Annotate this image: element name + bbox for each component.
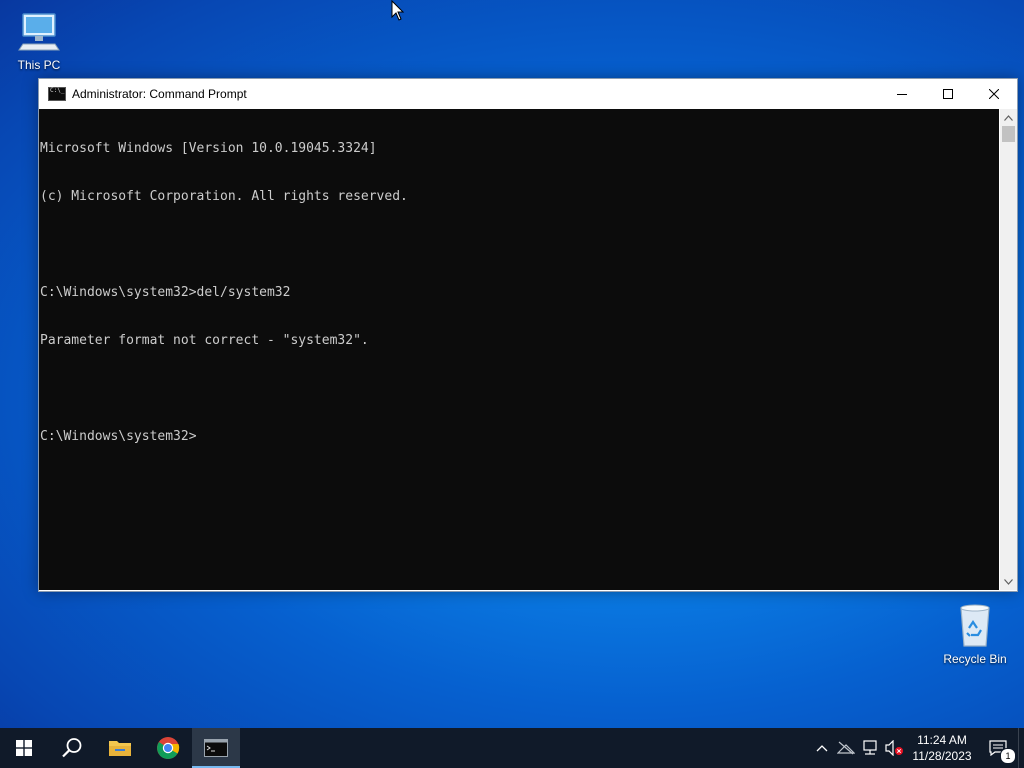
taskbar: 11:24 AM 11/28/2023 1	[0, 728, 1024, 768]
title-bar[interactable]: Administrator: Command Prompt	[39, 79, 1017, 109]
close-icon	[989, 89, 999, 99]
maximize-icon	[943, 89, 953, 99]
chevron-down-icon	[1004, 578, 1013, 585]
desktop-icon-label: Recycle Bin	[943, 652, 1007, 666]
desktop-icon-this-pc[interactable]: This PC	[0, 8, 78, 72]
console-prompt-line[interactable]: C:\Windows\system32>	[39, 429, 999, 445]
mouse-cursor-icon	[391, 0, 405, 22]
search-icon	[62, 738, 82, 758]
close-button[interactable]	[971, 79, 1017, 109]
chrome-icon	[157, 737, 180, 759]
clock-time: 11:24 AM	[917, 733, 967, 747]
scroll-thumb[interactable]	[1002, 126, 1015, 142]
console-line: (c) Microsoft Corporation. All rights re…	[40, 189, 408, 204]
clock-date: 11/28/2023	[912, 749, 972, 763]
desktop-icon-recycle-bin[interactable]: Recycle Bin	[936, 602, 1014, 666]
network-icon	[863, 740, 877, 755]
desktop-icon-label: This PC	[17, 58, 61, 72]
cmd-icon	[48, 87, 66, 101]
taskbar-command-prompt[interactable]	[192, 728, 240, 768]
tray-network[interactable]	[858, 728, 882, 768]
notification-count-badge: 1	[1000, 748, 1016, 764]
system-tray: 11:24 AM 11/28/2023 1	[810, 728, 1024, 768]
show-hidden-icons-button[interactable]	[810, 728, 834, 768]
console-output[interactable]: Microsoft Windows [Version 10.0.19045.33…	[39, 109, 999, 590]
scroll-up-button[interactable]	[1000, 109, 1017, 126]
taskbar-chrome[interactable]	[144, 728, 192, 768]
cmd-icon	[204, 739, 228, 757]
window-title: Administrator: Command Prompt	[72, 87, 247, 101]
network-offline-icon	[837, 741, 855, 755]
show-desktop-button[interactable]	[1018, 728, 1024, 768]
minimize-button[interactable]	[879, 79, 925, 109]
window-controls	[879, 79, 1017, 109]
vertical-scrollbar[interactable]	[1000, 109, 1017, 590]
console-line: Parameter format not correct - "system32…	[40, 333, 369, 348]
chevron-up-icon	[816, 745, 828, 752]
console-line: C:\Windows\system32>del/system32	[40, 285, 291, 300]
minimize-icon	[897, 94, 907, 95]
chevron-up-icon	[1004, 114, 1013, 121]
action-center-button[interactable]: 1	[978, 728, 1018, 768]
tray-volume[interactable]	[882, 728, 906, 768]
search-button[interactable]	[48, 728, 96, 768]
start-button[interactable]	[0, 728, 48, 768]
recycle-bin-icon	[951, 602, 999, 650]
command-prompt-window: Administrator: Command Prompt Microsoft …	[38, 78, 1018, 592]
computer-icon	[15, 8, 63, 56]
taskbar-file-explorer[interactable]	[96, 728, 144, 768]
scroll-down-button[interactable]	[1000, 573, 1017, 590]
taskbar-clock[interactable]: 11:24 AM 11/28/2023	[906, 732, 978, 764]
volume-muted-icon	[885, 740, 903, 756]
console-line: Microsoft Windows [Version 10.0.19045.33…	[40, 141, 377, 156]
windows-logo-icon	[16, 740, 32, 756]
folder-icon	[109, 741, 131, 756]
tray-network-offline[interactable]	[834, 728, 858, 768]
maximize-button[interactable]	[925, 79, 971, 109]
